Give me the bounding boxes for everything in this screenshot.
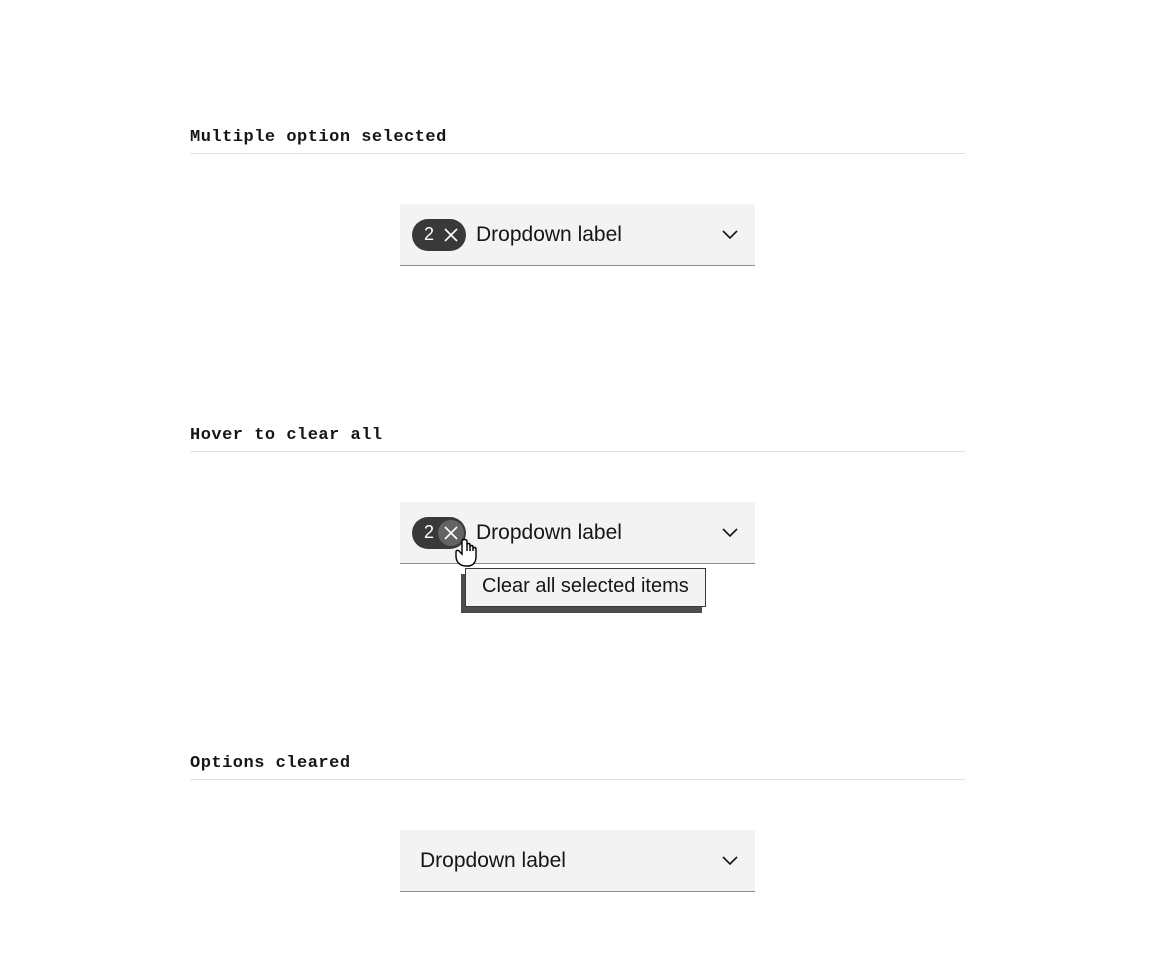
clear-selection-icon[interactable]: [438, 520, 464, 546]
dropdown-label: Dropdown label: [420, 849, 721, 873]
dropdown-container: 2 Dropdown label: [400, 204, 755, 266]
multiselect-dropdown[interactable]: 2 Dropdown label: [400, 204, 755, 266]
dropdown-container: Dropdown label: [400, 830, 755, 892]
selection-count: 2: [424, 224, 438, 245]
chevron-down-icon: [721, 852, 739, 870]
multiselect-dropdown[interactable]: Dropdown label: [400, 830, 755, 892]
selection-tag[interactable]: 2: [412, 517, 466, 549]
dropdown-label: Dropdown label: [476, 223, 721, 247]
section-options-cleared: Options cleared Dropdown label: [190, 564, 965, 892]
selection-tag[interactable]: 2: [412, 219, 466, 251]
clear-selection-icon[interactable]: [438, 222, 464, 248]
dropdown-container: 2 Dropdown label Clear all selected item…: [400, 502, 755, 564]
section-multiple-selected: Multiple option selected 2 Dropdown labe…: [190, 0, 965, 266]
dropdown-label: Dropdown label: [476, 521, 721, 545]
section-heading: Options cleared: [190, 754, 965, 780]
multiselect-dropdown[interactable]: 2 Dropdown label: [400, 502, 755, 564]
selection-count: 2: [424, 522, 438, 543]
section-heading: Multiple option selected: [190, 128, 965, 154]
chevron-down-icon: [721, 226, 739, 244]
chevron-down-icon: [721, 524, 739, 542]
section-hover-clear: Hover to clear all 2 Dropdown label Clea…: [190, 266, 965, 564]
section-heading: Hover to clear all: [190, 426, 965, 452]
